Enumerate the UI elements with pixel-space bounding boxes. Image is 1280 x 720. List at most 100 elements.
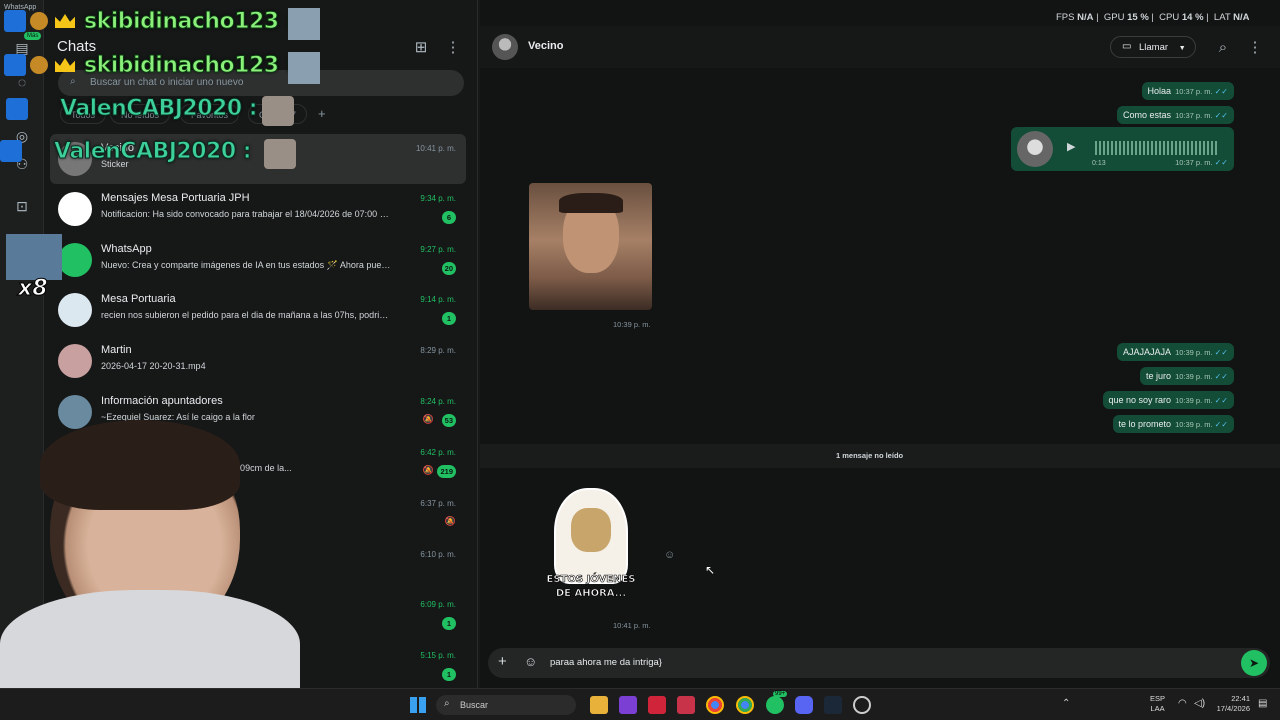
photo-hair <box>559 193 623 213</box>
search-chat-icon[interactable]: ⌕ <box>1213 37 1233 57</box>
chat-row[interactable]: Mesa Portuaria recien nos subieron el ped… <box>50 285 466 335</box>
incoming-photo[interactable] <box>529 183 652 310</box>
message-bubble[interactable]: Holaa 10:37 p. m. ✓✓ <box>1141 82 1234 100</box>
double-check-icon: ✓✓ <box>1214 420 1228 429</box>
chat-row[interactable]: WhatsApp Nuevo: Crea y comparte imágenes … <box>50 235 466 285</box>
badge-icon <box>4 54 26 76</box>
new-chat-icon[interactable]: ⊞ <box>411 37 431 57</box>
chat-avatar <box>58 344 92 378</box>
chat-menu-icon[interactable]: ⋮ <box>1245 37 1265 57</box>
chat-avatar <box>58 192 92 226</box>
message-input[interactable]: paraa ahora me da intriga} <box>550 657 662 668</box>
add-filter-icon[interactable]: + <box>318 106 326 121</box>
wps-icon[interactable] <box>648 696 666 714</box>
search-icon: ⌕ <box>70 76 76 87</box>
wifi-icon[interactable]: ◠ <box>1178 698 1187 709</box>
store-icon[interactable] <box>677 696 695 714</box>
volume-icon[interactable]: ◁) <box>1194 698 1205 709</box>
unread-badge: 20 <box>441 262 456 275</box>
react-emoji-icon[interactable]: ☺ <box>664 549 675 561</box>
message-bubble[interactable]: Como estas 10:37 p. m. ✓✓ <box>1117 106 1234 124</box>
settings-icon[interactable] <box>853 696 871 714</box>
chat-preview: recien nos subieron el pedido para el di… <box>101 310 391 320</box>
windows-start-icon[interactable] <box>410 697 426 713</box>
discord-icon[interactable] <box>795 696 813 714</box>
send-button[interactable]: ➤ <box>1241 650 1267 676</box>
message-bubble[interactable]: te lo prometo 10:39 p. m. ✓✓ <box>1112 415 1234 433</box>
search-icon: ⌕ <box>444 698 450 709</box>
steam-icon[interactable] <box>824 696 842 714</box>
overlay-username: skibidinacho123 : <box>83 53 295 79</box>
perf-overlay: FPS N/A | GPU 15 % | CPU 14 % | LAT N/A <box>1056 12 1250 23</box>
emote-multiplier: x8 <box>18 276 48 302</box>
chat-name: Mensajes Mesa Portuaria JPH <box>101 192 250 204</box>
chat-name: Mesa Portuaria <box>101 293 176 305</box>
unread-badge: 219 <box>437 465 456 478</box>
double-check-icon: ✓✓ <box>1214 87 1228 96</box>
play-icon[interactable]: ▶ <box>1067 140 1075 153</box>
unread-badge: 1 <box>442 617 456 630</box>
chat-row[interactable]: Mensajes Mesa Portuaria JPH Notificacion:… <box>50 184 466 234</box>
attach-icon[interactable]: + <box>498 653 507 670</box>
taskbar: ⌕ Buscar 99+ ⌃ ESP LAA ◠ ◁) 22:41 17/4/202… <box>0 688 1280 720</box>
sticker-dog-face <box>571 508 611 552</box>
overlay-emote <box>262 96 294 126</box>
message-bubble[interactable]: te juro 10:39 p. m. ✓✓ <box>1140 367 1234 385</box>
overlay-emote <box>6 234 62 280</box>
contact-avatar[interactable] <box>492 34 518 60</box>
muted-icon: 🔕 <box>444 516 456 526</box>
chrome-icon[interactable] <box>706 696 724 714</box>
menu-icon[interactable]: ⋮ <box>443 37 463 57</box>
chat-time: 8:24 p. m. <box>420 397 456 406</box>
double-check-icon: ✓✓ <box>1214 348 1228 357</box>
language-indicator[interactable]: ESP LAA <box>1150 694 1165 714</box>
taskbar-badge: 99+ <box>773 691 788 697</box>
sticker[interactable]: ESTOS JÓVENES DE AHORA... <box>546 488 636 606</box>
file-explorer-icon[interactable] <box>590 696 608 714</box>
chat-preview: 2026-04-17 20-20-31.mp4 <box>101 361 206 371</box>
screen: WhatsApp ▤ Más ◌ ✉ ◎ ⚇ ⊡ Chats ⊞ ⋮ Busca… <box>0 0 1280 720</box>
overlay-emote <box>288 8 320 40</box>
waveform[interactable] <box>1095 141 1219 155</box>
chrome-profile-icon[interactable] <box>736 696 754 714</box>
overlay-emote <box>264 139 296 169</box>
chevron-up-icon[interactable]: ⌃ <box>1062 698 1070 709</box>
muted-icon: 🔕 <box>422 414 434 424</box>
muted-icon: 🔕 <box>422 465 434 475</box>
double-check-icon: ✓✓ <box>1214 396 1228 405</box>
sticker-text-2: DE AHORA... <box>555 588 627 600</box>
message-bubble[interactable]: AJAJAJAJA 10:39 p. m. ✓✓ <box>1117 343 1234 361</box>
badge-icon <box>30 12 48 30</box>
chat-time: 6:37 p. m. <box>420 499 456 508</box>
sticker-icon[interactable]: ☺ <box>524 654 537 669</box>
call-button[interactable]: ▭ Llamar ▼ <box>1110 36 1196 58</box>
archive-icon[interactable]: ⊡ <box>12 196 32 216</box>
clock[interactable]: 22:41 17/4/2026 <box>1212 694 1250 714</box>
chat-name: WhatsApp <box>101 243 152 255</box>
voice-message[interactable]: ▶ 0:13 10:37 p. m. ✓✓ <box>1011 127 1234 171</box>
whatsapp-taskbar-icon[interactable] <box>766 696 784 714</box>
chat-time: 6:42 p. m. <box>420 448 456 457</box>
message-bubble[interactable]: que no soy raro 10:39 p. m. ✓✓ <box>1102 391 1234 409</box>
chat-name: Información apuntadores <box>101 395 223 407</box>
chat-row[interactable]: Martin 2026-04-17 20-20-31.mp4 8:29 p. m. <box>50 336 466 386</box>
overlay-username: ValenCABJ2020 : <box>59 96 258 122</box>
unread-badge: 6 <box>442 211 456 224</box>
app-icon[interactable] <box>619 696 637 714</box>
badge-icon <box>6 98 28 120</box>
more-badge: Más <box>24 32 42 40</box>
chat-avatar <box>58 293 92 327</box>
badge-icon <box>30 56 48 74</box>
chat-avatar <box>58 243 92 277</box>
chat-time: 9:14 p. m. <box>420 295 456 304</box>
overlay-emote <box>288 52 320 84</box>
contact-name[interactable]: Vecino <box>528 40 563 52</box>
voice-time: 10:37 p. m. ✓✓ <box>1175 158 1228 167</box>
unread-label: 1 mensaje no leído <box>836 451 904 460</box>
webcam-hair <box>40 420 240 510</box>
image-time: 10:39 p. m. <box>613 320 651 329</box>
notification-icon[interactable]: ▤ <box>1258 698 1267 709</box>
taskbar-search[interactable]: ⌕ Buscar <box>436 695 576 715</box>
double-check-icon: ✓✓ <box>1214 111 1228 120</box>
overlay-username: skibidinacho123 : <box>83 9 295 35</box>
